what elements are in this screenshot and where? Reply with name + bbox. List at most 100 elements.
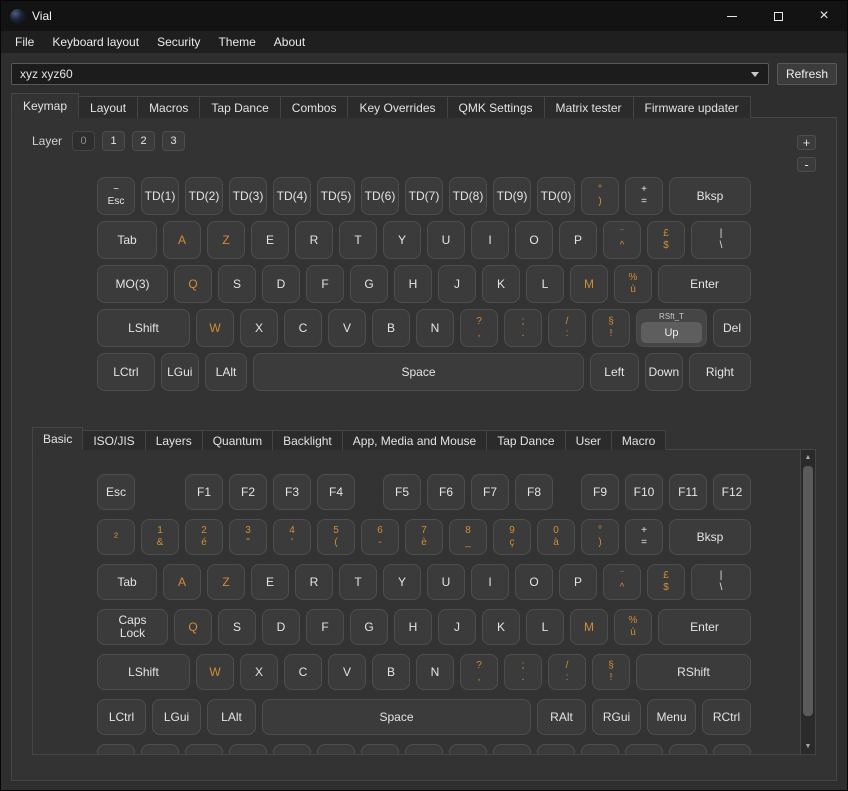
picker-tab-iso-jis[interactable]: ISO/JIS: [82, 430, 145, 450]
key-symbol[interactable]: |\: [691, 221, 751, 259]
zoom-out-button[interactable]: -: [797, 157, 816, 172]
key-f11[interactable]: F11: [669, 474, 707, 510]
key-p[interactable]: P: [559, 221, 597, 259]
key-h[interactable]: H: [394, 265, 432, 303]
key-l[interactable]: L: [526, 609, 564, 645]
key-blank[interactable]: [449, 744, 487, 755]
key-td-4[interactable]: TD(4): [273, 177, 311, 215]
key-o[interactable]: O: [515, 221, 553, 259]
key-bksp[interactable]: Bksp: [669, 177, 751, 215]
key-r[interactable]: R: [295, 221, 333, 259]
key-k[interactable]: K: [482, 265, 520, 303]
key-caps-lock[interactable]: Caps Lock: [97, 609, 168, 645]
key-d[interactable]: D: [262, 609, 300, 645]
key-n[interactable]: N: [416, 309, 454, 347]
key-u[interactable]: U: [427, 564, 465, 600]
tab-keymap[interactable]: Keymap: [11, 93, 79, 118]
key-8[interactable]: 8_: [449, 519, 487, 555]
key-d[interactable]: D: [262, 265, 300, 303]
tab-combos[interactable]: Combos: [280, 96, 349, 118]
key-td-8[interactable]: TD(8): [449, 177, 487, 215]
layer-button-3[interactable]: 3: [162, 131, 185, 151]
key-symbol[interactable]: °): [581, 177, 619, 215]
key-symbol[interactable]: /:: [548, 309, 586, 347]
picker-tab-tap-dance[interactable]: Tap Dance: [486, 430, 565, 450]
key-u[interactable]: U: [427, 221, 465, 259]
key-symbol[interactable]: %ù: [614, 609, 652, 645]
key-symbol[interactable]: ;.: [504, 654, 542, 690]
key-0[interactable]: 0à: [537, 519, 575, 555]
minimize-button[interactable]: [709, 1, 755, 31]
key-f12[interactable]: F12: [713, 474, 751, 510]
tab-key-overrides[interactable]: Key Overrides: [347, 96, 447, 118]
key-td-6[interactable]: TD(6): [361, 177, 399, 215]
key-f1[interactable]: F1: [185, 474, 223, 510]
key-g[interactable]: G: [350, 265, 388, 303]
key-blank[interactable]: [493, 744, 531, 755]
key-j[interactable]: J: [438, 265, 476, 303]
key-symbol[interactable]: §!: [592, 654, 630, 690]
key-rctrl[interactable]: RCtrl: [702, 699, 751, 735]
key-rsft-t-up[interactable]: RSft_TUp: [636, 309, 707, 347]
key-esc[interactable]: Esc: [97, 474, 135, 510]
key-menu[interactable]: Menu: [647, 699, 696, 735]
key-f9[interactable]: F9: [581, 474, 619, 510]
key-symbol[interactable]: |\: [691, 564, 751, 600]
key-s[interactable]: S: [218, 609, 256, 645]
key-lctrl[interactable]: LCtrl: [97, 699, 146, 735]
key-5[interactable]: 5(: [317, 519, 355, 555]
menu-item-about[interactable]: About: [265, 31, 314, 53]
key-y[interactable]: Y: [383, 564, 421, 600]
key-symbol[interactable]: ;.: [504, 309, 542, 347]
key-td-2[interactable]: TD(2): [185, 177, 223, 215]
key-v[interactable]: V: [328, 654, 366, 690]
key-f2[interactable]: F2: [229, 474, 267, 510]
picker-tab-basic[interactable]: Basic: [32, 427, 83, 450]
key-c[interactable]: C: [284, 309, 322, 347]
key-left[interactable]: Left: [590, 353, 639, 391]
key-b[interactable]: B: [372, 309, 410, 347]
tab-qmk-settings[interactable]: QMK Settings: [447, 96, 545, 118]
key-esc[interactable]: ~Esc: [97, 177, 135, 215]
key-blank[interactable]: [97, 744, 135, 755]
key-rgui[interactable]: RGui: [592, 699, 641, 735]
key-del[interactable]: Del: [713, 309, 751, 347]
key-v[interactable]: V: [328, 309, 366, 347]
key-z[interactable]: Z: [207, 221, 245, 259]
key-bksp[interactable]: Bksp: [669, 519, 751, 555]
key-symbol[interactable]: ²: [97, 519, 135, 555]
key-tab[interactable]: Tab: [97, 221, 157, 259]
key-i[interactable]: I: [471, 221, 509, 259]
key-6[interactable]: 6-: [361, 519, 399, 555]
key-blank[interactable]: [273, 744, 311, 755]
key-i[interactable]: I: [471, 564, 509, 600]
key-r[interactable]: R: [295, 564, 333, 600]
scrollbar-thumb[interactable]: [803, 466, 813, 716]
key-s[interactable]: S: [218, 265, 256, 303]
tab-macros[interactable]: Macros: [137, 96, 200, 118]
key-symbol[interactable]: ¨^: [603, 221, 641, 259]
key-b[interactable]: B: [372, 654, 410, 690]
key-f4[interactable]: F4: [317, 474, 355, 510]
tab-layout[interactable]: Layout: [78, 96, 138, 118]
key-td-3[interactable]: TD(3): [229, 177, 267, 215]
key-symbol[interactable]: +=: [625, 519, 663, 555]
picker-tab-app-media-and-mouse[interactable]: App, Media and Mouse: [342, 430, 487, 450]
key-blank[interactable]: [669, 744, 707, 755]
key-a[interactable]: A: [163, 564, 201, 600]
layer-button-2[interactable]: 2: [132, 131, 155, 151]
key-3[interactable]: 3": [229, 519, 267, 555]
key-2[interactable]: 2é: [185, 519, 223, 555]
key-c[interactable]: C: [284, 654, 322, 690]
key-j[interactable]: J: [438, 609, 476, 645]
key-t[interactable]: T: [339, 221, 377, 259]
refresh-button[interactable]: Refresh: [777, 63, 837, 85]
key-enter[interactable]: Enter: [658, 265, 751, 303]
key-y[interactable]: Y: [383, 221, 421, 259]
key-lalt[interactable]: LAlt: [207, 699, 256, 735]
key-lalt[interactable]: LAlt: [205, 353, 247, 391]
tab-tap-dance[interactable]: Tap Dance: [199, 96, 280, 118]
picker-tab-quantum[interactable]: Quantum: [202, 430, 273, 450]
key-symbol[interactable]: £$: [647, 221, 685, 259]
key-7[interactable]: 7è: [405, 519, 443, 555]
